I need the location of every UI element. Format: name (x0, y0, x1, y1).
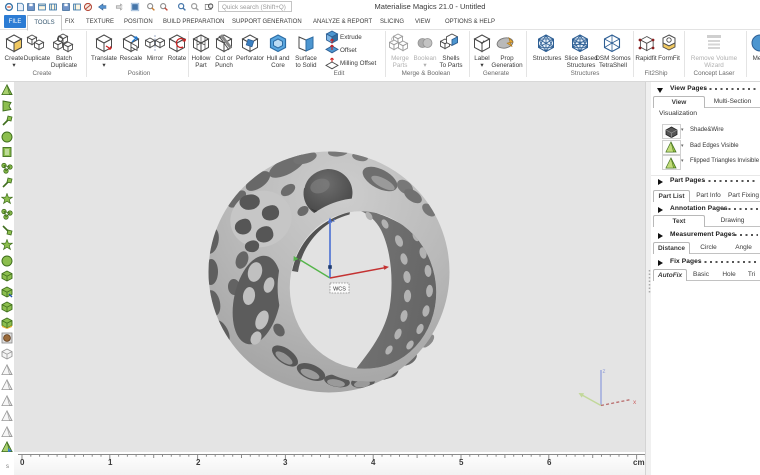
svg-text:z: z (333, 218, 336, 224)
svg-text:WCS: WCS (333, 287, 346, 293)
svg-text:x: x (633, 399, 637, 406)
svg-text:z: z (603, 369, 606, 375)
